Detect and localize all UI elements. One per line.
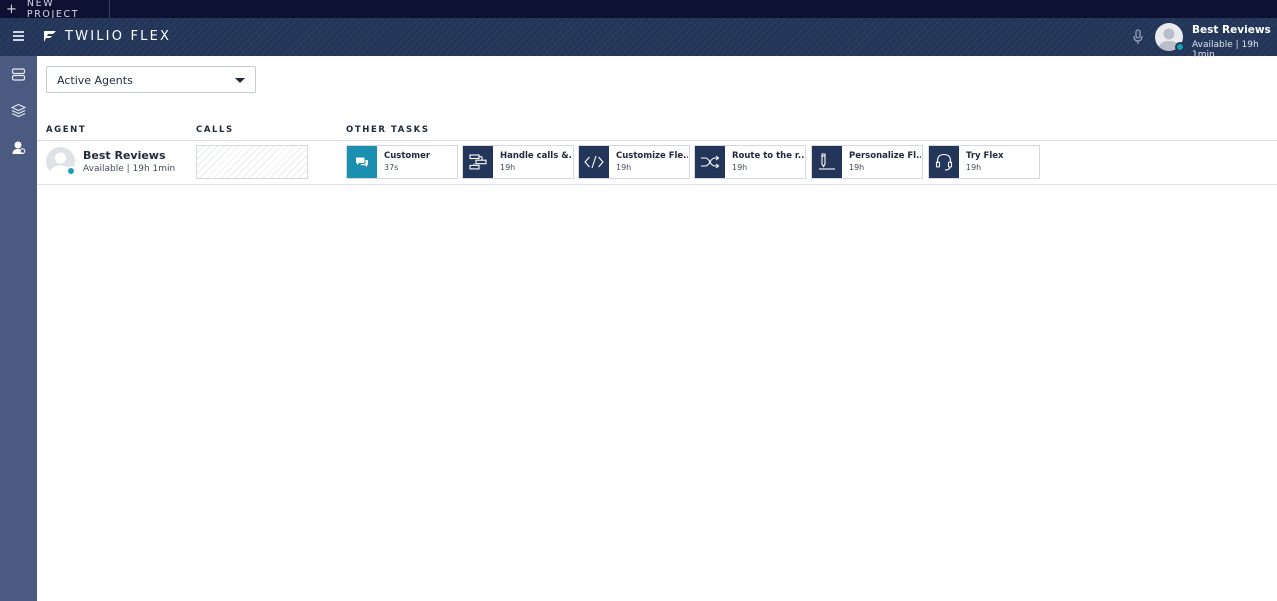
column-header-agent: AGENT <box>46 125 87 135</box>
chat-icon <box>347 146 377 178</box>
task-age: 19h <box>849 163 865 172</box>
side-navigation <box>0 56 37 601</box>
pen-icon <box>812 146 842 178</box>
task-age: 19h <box>616 163 632 172</box>
plus-icon: + <box>6 1 17 17</box>
divider <box>37 184 1277 185</box>
task-title: Customize Fle... <box>616 151 688 161</box>
headset-icon <box>929 146 959 178</box>
available-status-dot <box>1175 42 1185 52</box>
microphone-icon[interactable] <box>1132 29 1144 45</box>
task-title: Route to the r... <box>732 151 804 161</box>
task-age: 19h <box>500 163 516 172</box>
task-title: Personalize Fl... <box>849 151 921 161</box>
new-project-label: NEW PROJECT <box>26 0 80 20</box>
task-age: 37s <box>384 163 399 172</box>
twilio-flex-logo-icon <box>44 31 56 42</box>
hamburger-menu-icon[interactable] <box>13 31 24 41</box>
project-strip: + NEW PROJECT <box>0 0 1277 20</box>
agent-filter-selected: Active Agents <box>57 74 133 87</box>
column-header-other-tasks: OTHER TASKS <box>346 125 430 135</box>
agent-filter-dropdown[interactable]: Active Agents <box>46 66 256 93</box>
shuffle-icon <box>695 146 725 178</box>
new-project-button[interactable]: + NEW PROJECT <box>0 0 110 20</box>
task-card-route[interactable]: Route to the r... 19h <box>694 145 806 179</box>
supervisor-icon[interactable] <box>11 140 26 155</box>
layers-icon[interactable] <box>11 103 26 118</box>
calls-empty-placeholder <box>196 145 308 179</box>
workflow-icon <box>463 146 493 178</box>
task-list-icon[interactable] <box>11 67 26 82</box>
task-card-try-flex[interactable]: Try Flex 19h <box>928 145 1040 179</box>
header-user-name[interactable]: Best Reviews <box>1192 24 1271 36</box>
task-card-personalize[interactable]: Personalize Fl... 19h <box>811 145 923 179</box>
task-title: Customer <box>384 151 431 161</box>
code-icon <box>579 146 609 178</box>
header-user-status[interactable]: Available | 19h 1min <box>1192 40 1277 60</box>
task-card-customer[interactable]: Customer 37s <box>346 145 458 179</box>
task-card-handle-calls[interactable]: Handle calls &... 19h <box>462 145 574 179</box>
task-age: 19h <box>732 163 748 172</box>
agent-name: Best Reviews <box>83 149 166 162</box>
task-title: Handle calls &... <box>500 151 572 161</box>
divider <box>37 140 1277 141</box>
task-card-customize-flex[interactable]: Customize Fle... 19h <box>578 145 690 179</box>
task-title: Try Flex <box>966 151 1004 161</box>
brand-title: TWILIO FLEX <box>65 29 172 44</box>
column-header-calls: CALLS <box>196 125 234 135</box>
chevron-down-icon <box>235 78 245 83</box>
available-status-dot <box>66 166 76 176</box>
agent-status: Available | 19h 1min <box>83 164 176 174</box>
app-header: TWILIO FLEX Best Reviews Available | 19h… <box>0 18 1277 60</box>
task-age: 19h <box>966 163 982 172</box>
